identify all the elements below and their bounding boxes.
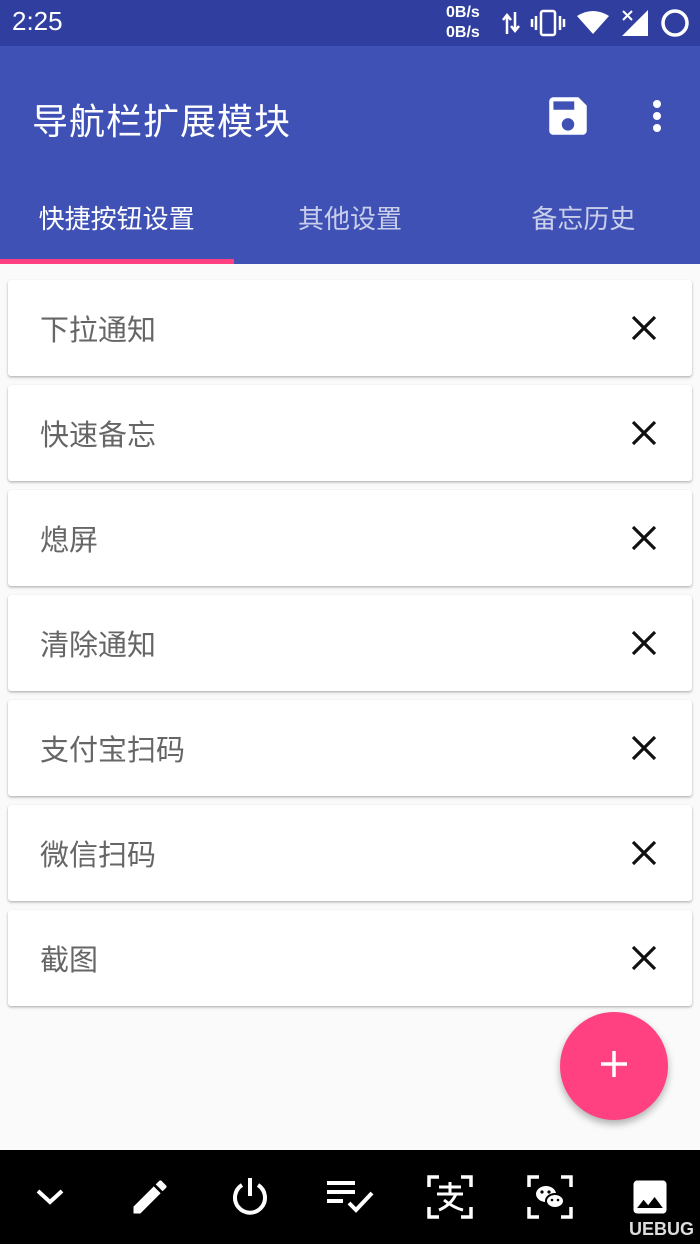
save-button[interactable]	[540, 90, 596, 146]
more-vert-icon	[652, 99, 662, 137]
close-icon	[631, 840, 657, 866]
image-icon	[633, 1180, 667, 1214]
list-item-label: 熄屏	[40, 523, 99, 557]
signal-off-icon	[620, 8, 650, 38]
status-bar: 2:25 0B/s 0B/s	[0, 0, 700, 46]
list-item[interactable]: 微信扫码	[8, 805, 692, 901]
list-item-label: 清除通知	[40, 628, 157, 662]
power-icon	[233, 1178, 267, 1215]
list-item[interactable]: 截图	[8, 910, 692, 1006]
wechat-scan-button[interactable]	[500, 1150, 600, 1244]
network-speed-down: 0B/s	[446, 24, 480, 41]
watermark: UEBUG	[628, 1219, 694, 1239]
list-item-label: 微信扫码	[40, 838, 157, 872]
list-item-label: 快速备忘	[40, 418, 157, 452]
status-time: 2:25	[12, 6, 63, 36]
list-item[interactable]: 支付宝扫码	[8, 700, 692, 796]
remove-button[interactable]	[630, 524, 658, 552]
data-transfer-icon	[502, 10, 520, 36]
tab-label: 其他设置	[297, 204, 402, 235]
shortcut-list: 下拉通知 快速备忘 熄屏 清除通知 支付宝扫码 微信扫码 截图	[8, 280, 692, 1015]
list-item-label: 截图	[40, 943, 99, 977]
close-icon	[631, 315, 657, 341]
tab-label: 快捷按钮设置	[38, 204, 195, 235]
app-bar: 导航栏扩展模块 快捷按钮设置 其他设置 备忘历史	[0, 46, 700, 264]
tab-bar: 快捷按钮设置 其他设置 备忘历史	[0, 178, 700, 264]
chevron-down-icon	[36, 1189, 64, 1205]
circle-icon	[660, 8, 690, 38]
close-icon	[631, 525, 657, 551]
screen-off-button[interactable]	[200, 1150, 300, 1244]
network-speed: 0B/s 0B/s	[446, 3, 480, 43]
alipay-scan-icon	[427, 1175, 473, 1219]
navigation-bar: UEBUG	[0, 1150, 700, 1244]
list-item[interactable]: 熄屏	[8, 490, 692, 586]
network-speed-up: 0B/s	[446, 4, 480, 21]
tab-indicator	[0, 259, 234, 264]
add-icon	[598, 1048, 630, 1084]
list-item[interactable]: 快速备忘	[8, 385, 692, 481]
tab-label: 备忘历史	[531, 204, 636, 235]
status-icons	[502, 6, 690, 40]
list-item[interactable]: 清除通知	[8, 595, 692, 691]
close-icon	[631, 420, 657, 446]
clear-notifications-button[interactable]	[300, 1150, 400, 1244]
save-icon	[543, 91, 593, 145]
pencil-icon	[133, 1180, 167, 1214]
checklist-icon	[327, 1181, 374, 1213]
close-icon	[631, 735, 657, 761]
tab-other-settings[interactable]: 其他设置	[233, 178, 466, 264]
page-title: 导航栏扩展模块	[32, 102, 292, 143]
pull-down-notification-button[interactable]	[0, 1150, 100, 1244]
more-options-button[interactable]	[640, 90, 674, 146]
remove-button[interactable]	[630, 629, 658, 657]
wechat-scan-icon	[527, 1175, 573, 1219]
remove-button[interactable]	[630, 839, 658, 867]
remove-button[interactable]	[630, 734, 658, 762]
tab-shortcut-buttons[interactable]: 快捷按钮设置	[0, 178, 233, 264]
close-icon	[631, 945, 657, 971]
add-shortcut-button[interactable]	[560, 1012, 668, 1120]
wifi-icon	[576, 10, 610, 36]
remove-button[interactable]	[630, 944, 658, 972]
remove-button[interactable]	[630, 314, 658, 342]
list-item-label: 支付宝扫码	[40, 733, 186, 767]
list-item[interactable]: 下拉通知	[8, 280, 692, 376]
tab-memo-history[interactable]: 备忘历史	[467, 178, 700, 264]
alipay-scan-button[interactable]	[400, 1150, 500, 1244]
list-item-label: 下拉通知	[40, 313, 157, 347]
vibrate-icon	[530, 9, 566, 37]
close-icon	[631, 630, 657, 656]
quick-memo-button[interactable]	[100, 1150, 200, 1244]
remove-button[interactable]	[630, 419, 658, 447]
